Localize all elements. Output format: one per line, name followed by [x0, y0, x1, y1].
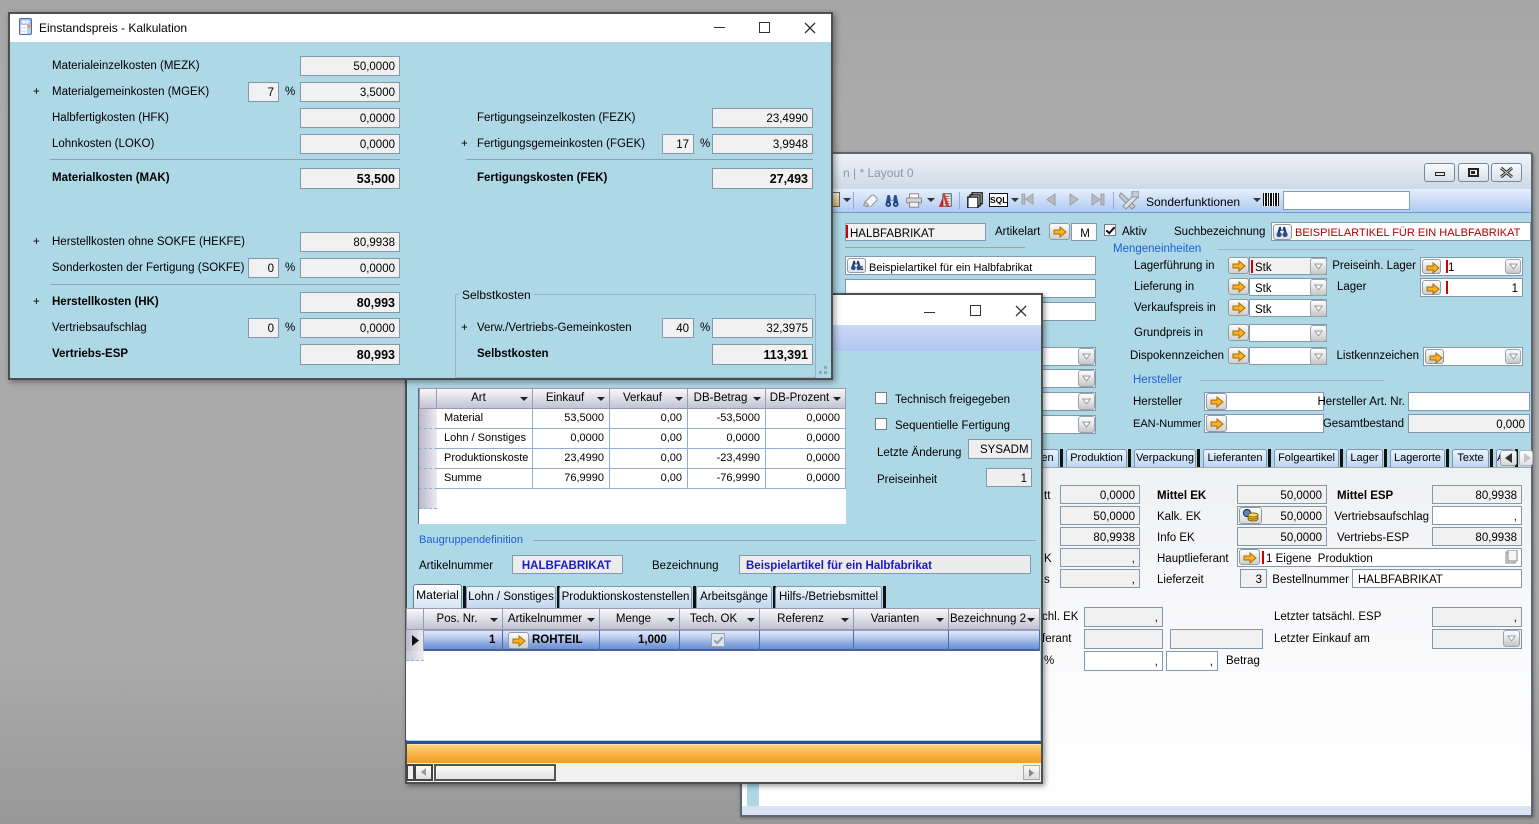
svg-text:1: 1	[860, 266, 863, 271]
